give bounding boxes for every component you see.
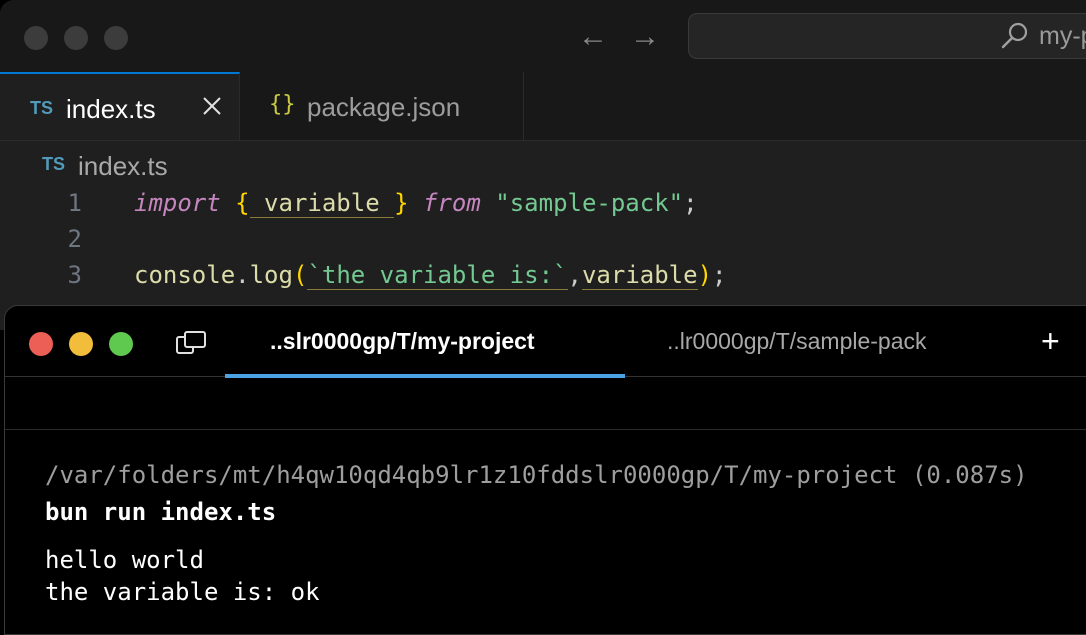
editor-close-dot[interactable] xyxy=(24,26,48,50)
tab-package-json[interactable]: {} package.json xyxy=(241,72,524,140)
terminal-tab-label: ..lr0000gp/T/sample-pack xyxy=(667,328,927,354)
terminal-tab-my-project[interactable]: ..slr0000gp/T/my-project xyxy=(225,306,625,378)
search-text: my-p xyxy=(1039,22,1086,50)
terminal-divider xyxy=(5,429,1086,430)
tab-label: index.ts xyxy=(66,94,156,124)
line-number: 1 xyxy=(67,189,82,217)
new-tab-button[interactable]: + xyxy=(1041,325,1060,357)
tab-index-ts[interactable]: TS index.ts xyxy=(0,72,240,140)
terminal-window: ..slr0000gp/T/my-project ..lr0000gp/T/sa… xyxy=(4,305,1086,635)
code-line: console.log(`the variable is:`,variable)… xyxy=(134,261,727,290)
editor-minimize-dot[interactable] xyxy=(64,26,88,50)
sidebar-toggle-icon[interactable] xyxy=(175,330,207,356)
editor-zoom-dot[interactable] xyxy=(104,26,128,50)
breadcrumb-file[interactable]: index.ts xyxy=(78,151,168,182)
editor-titlebar: ← → my-p xyxy=(0,0,1086,73)
code-line: import { variable } from "sample-pack"; xyxy=(134,189,698,218)
terminal-path-line: /var/folders/mt/h4qw10qd4qb9lr1z10fddslr… xyxy=(45,461,1028,489)
editor-tab-bar: TS index.ts {} package.json xyxy=(0,72,1086,141)
search-icon xyxy=(1001,22,1028,49)
editor-window: ← → my-p TS index.ts {} package.json TS … xyxy=(0,0,1086,330)
terminal-output-line: the variable is: ok xyxy=(45,578,320,606)
terminal-tab-sample-pack[interactable]: ..lr0000gp/T/sample-pack xyxy=(625,306,1025,376)
terminal-output-line: hello world xyxy=(45,546,204,574)
typescript-icon: TS xyxy=(42,154,66,174)
line-number: 3 xyxy=(67,261,82,289)
active-tab-indicator xyxy=(225,374,625,378)
forward-arrow-icon[interactable]: → xyxy=(630,20,660,54)
breadcrumb: TS index.ts xyxy=(0,141,1086,187)
line-number: 2 xyxy=(67,225,82,253)
terminal-command: bun run index.ts xyxy=(45,498,277,526)
terminal-minimize-dot[interactable] xyxy=(69,332,93,356)
terminal-close-dot[interactable] xyxy=(29,332,53,356)
typescript-icon: TS xyxy=(30,98,54,118)
terminal-tab-label: ..slr0000gp/T/my-project xyxy=(270,328,535,354)
terminal-zoom-dot[interactable] xyxy=(109,332,133,356)
back-arrow-icon[interactable]: ← xyxy=(578,20,608,54)
tab-label: package.json xyxy=(307,92,461,122)
terminal-titlebar: ..slr0000gp/T/my-project ..lr0000gp/T/sa… xyxy=(5,306,1086,378)
close-icon[interactable] xyxy=(200,94,224,118)
command-center-search[interactable]: my-p xyxy=(688,13,1086,59)
json-icon: {} xyxy=(269,92,296,117)
